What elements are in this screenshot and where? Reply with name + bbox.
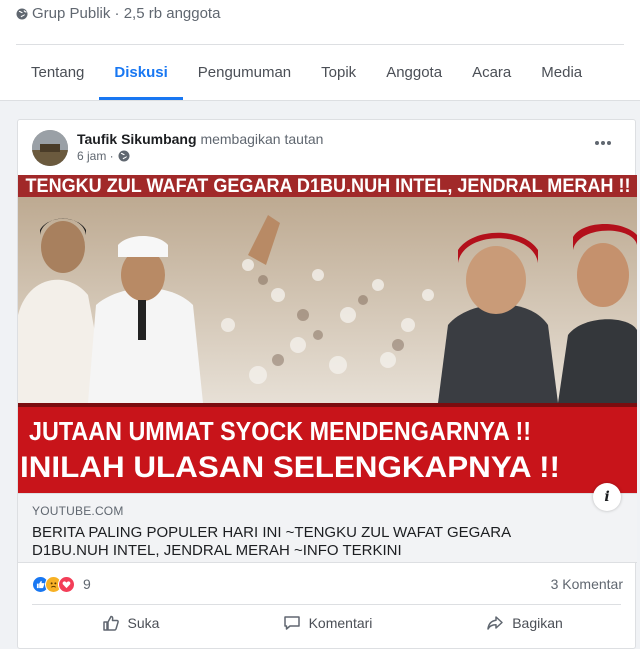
post-card: Taufik Sikumbang membagikan tautan 6 jam…: [17, 119, 637, 649]
link-thumbnail[interactable]: TENGKU ZUL WAFAT GEGARA D1BU.NUH INTEL, …: [18, 175, 637, 493]
share-icon: [487, 616, 503, 630]
more-options-icon[interactable]: [593, 140, 613, 146]
link-domain: YOUTUBE.COM: [32, 504, 124, 518]
comment-button[interactable]: Komentari: [229, 606, 426, 640]
link-title[interactable]: BERITA PALING POPULER HARI INI ~TENGKU Z…: [32, 524, 552, 560]
like-button[interactable]: Suka: [32, 606, 229, 640]
reactions[interactable]: 9: [32, 575, 91, 593]
author-name[interactable]: Taufik Sikumbang: [77, 131, 197, 147]
group-meta-text: Grup Publik · 2,5 rb anggota: [32, 5, 221, 22]
post-time-line: 6 jam ·: [77, 149, 130, 163]
globe-icon: [16, 8, 28, 19]
thumbs-up-icon: [102, 615, 119, 631]
tab-discussion[interactable]: Diskusi: [99, 52, 184, 100]
share-button[interactable]: Bagikan: [426, 606, 623, 640]
group-meta: Grup Publik · 2,5 rb anggota: [16, 5, 220, 22]
header-divider: [16, 44, 624, 45]
tab-media[interactable]: Media: [526, 52, 597, 100]
group-header: Grup Publik · 2,5 rb anggota Tentang Dis…: [0, 0, 640, 101]
stats-divider: [32, 604, 621, 605]
link-preview[interactable]: YOUTUBE.COM BERITA PALING POPULER HARI I…: [18, 493, 637, 563]
avatar[interactable]: [32, 130, 68, 166]
thumbnail-line-2: INILAH ULASAN SELENGKAPNYA !!: [20, 451, 560, 484]
love-reaction-icon: [58, 575, 75, 593]
globe-icon: [118, 150, 130, 162]
comment-icon: [283, 616, 300, 630]
reaction-count[interactable]: 9: [83, 576, 91, 592]
post-author-line: Taufik Sikumbang membagikan tautan: [77, 131, 323, 147]
tab-events[interactable]: Acara: [457, 52, 526, 100]
post-time[interactable]: 6 jam ·: [77, 149, 114, 163]
thumbnail-headline: TENGKU ZUL WAFAT GEGARA D1BU.NUH INTEL, …: [26, 176, 631, 197]
like-label: Suka: [127, 615, 160, 631]
post-actions: Suka Komentari Bagikan: [32, 606, 623, 640]
thumbnail-line-1: JUTAAN UMMAT SYOCK MENDENGARNYA !!: [29, 416, 531, 446]
post-stats: 9 3 Komentar: [32, 569, 623, 599]
tab-members[interactable]: Anggota: [371, 52, 457, 100]
comment-label: Komentari: [308, 615, 373, 631]
tab-announcements[interactable]: Pengumuman: [183, 52, 306, 100]
share-label: Bagikan: [512, 615, 563, 631]
comment-count[interactable]: 3 Komentar: [551, 576, 623, 592]
post-action-text: membagikan tautan: [200, 131, 324, 147]
tab-topics[interactable]: Topik: [306, 52, 371, 100]
info-button[interactable]: i: [593, 483, 621, 511]
tab-about[interactable]: Tentang: [16, 52, 99, 100]
group-tabs: Tentang Diskusi Pengumuman Topik Anggota…: [16, 52, 597, 100]
